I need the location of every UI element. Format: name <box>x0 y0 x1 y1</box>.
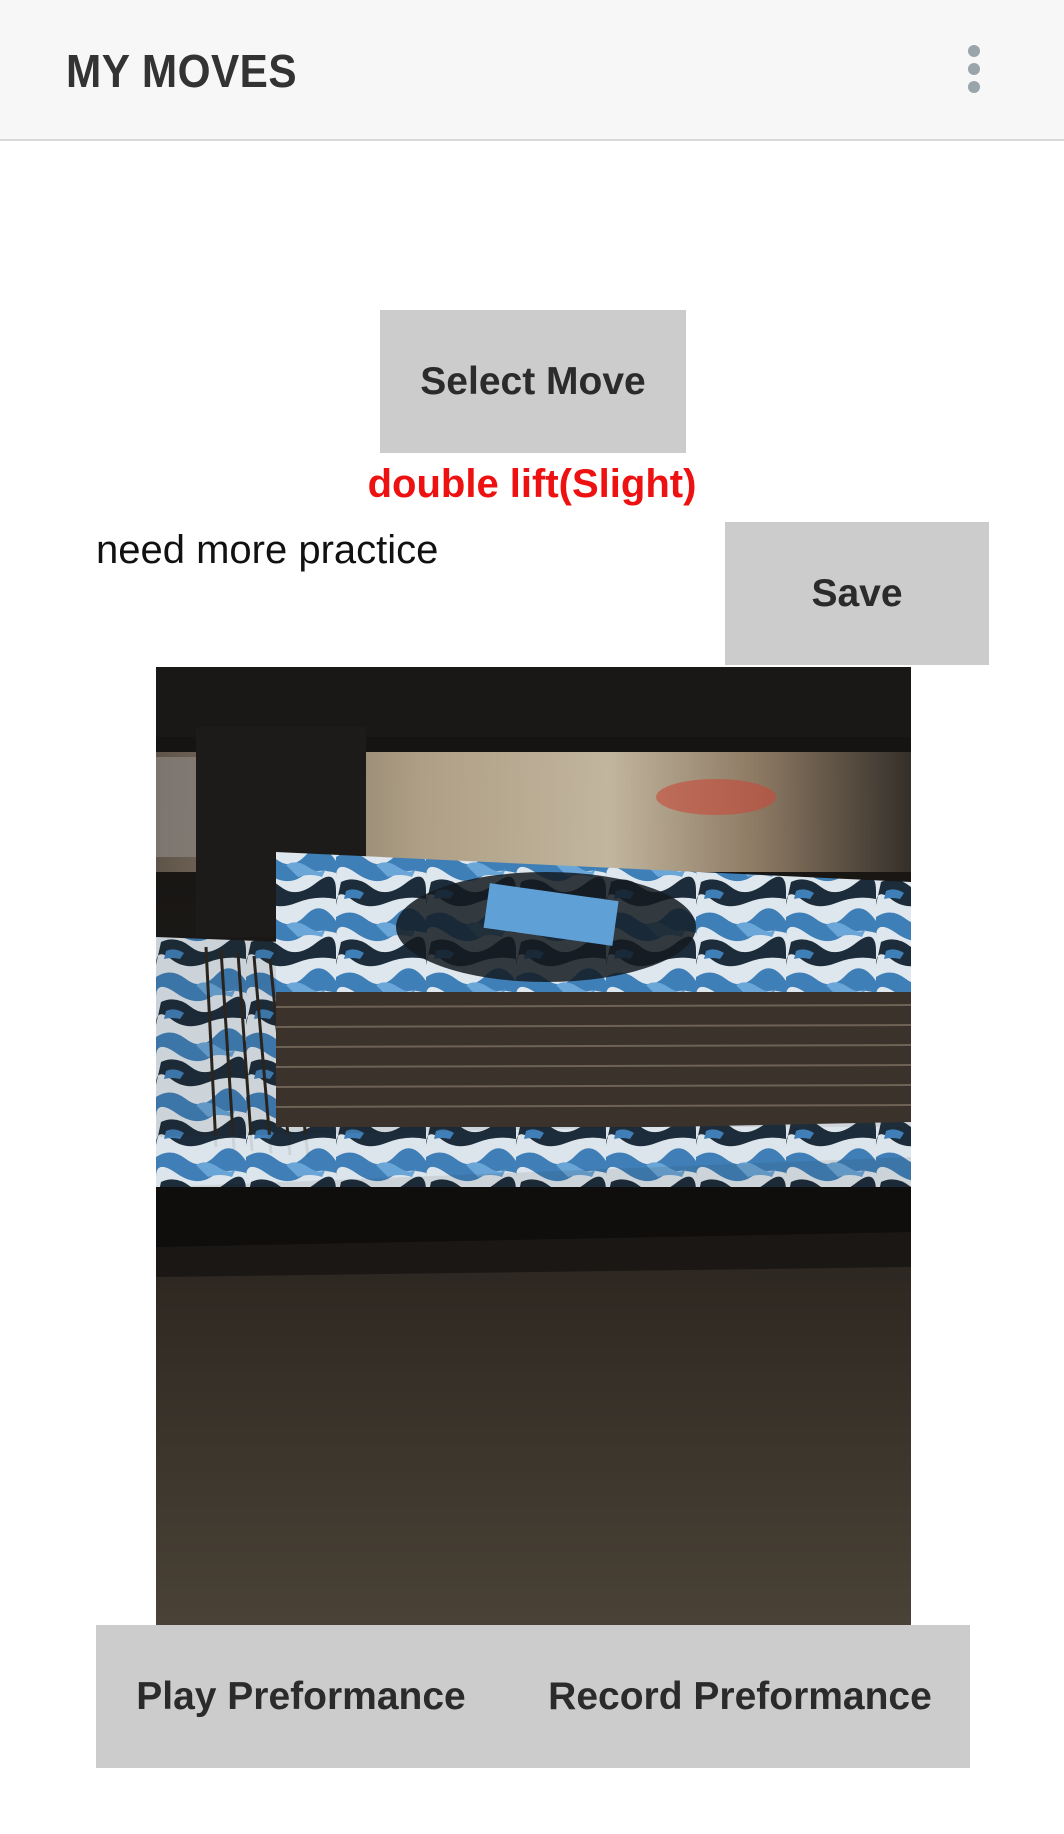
menu-dot <box>968 81 980 93</box>
my-moves-screen: MY MOVES Select Move double lift(Slight)… <box>0 0 1064 1834</box>
notes-text[interactable]: need more practice <box>96 528 438 573</box>
play-performance-button[interactable]: Play Preformance <box>96 1625 506 1768</box>
record-performance-button[interactable]: Record Preformance <box>520 1625 960 1768</box>
selected-move-name: double lift(Slight) <box>367 462 697 506</box>
app-bar: MY MOVES <box>0 0 1064 141</box>
menu-dot <box>968 63 980 75</box>
menu-dot <box>968 45 980 57</box>
performance-video-thumbnail[interactable] <box>156 667 911 1625</box>
select-move-button[interactable]: Select Move <box>380 310 686 453</box>
video-frame-image <box>156 667 911 1625</box>
app-title: MY MOVES <box>66 45 298 97</box>
more-vert-icon[interactable] <box>960 40 990 100</box>
save-button[interactable]: Save <box>725 522 989 665</box>
